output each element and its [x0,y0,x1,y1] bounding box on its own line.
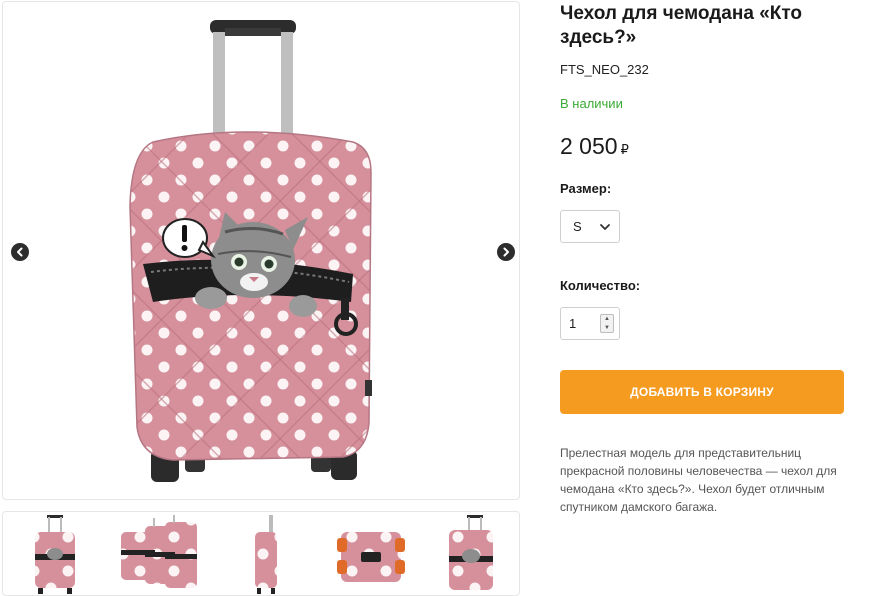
thumbnail-image [35,515,75,594]
gallery-prev-button[interactable] [11,243,29,261]
thumbnail-image [255,515,277,594]
suitcase-image [129,20,372,482]
stock-status: В наличии [560,96,623,111]
quantity-spinner[interactable]: ▲ ▼ [600,314,614,333]
size-selected-value: S [573,219,582,234]
chevron-left-icon [17,247,23,257]
product-title: Чехол для чемодана «Кто здесь?» [560,3,803,48]
quantity-stepper: ▲ ▼ [560,307,620,340]
price-value: 2 050 [560,133,618,159]
thumbnail-3[interactable] [221,512,309,595]
thumbnail-strip [2,511,520,596]
price-currency: ₽ [620,142,629,157]
chevron-right-icon [503,247,509,257]
product-price: 2 050 ₽ [560,133,629,160]
increment-icon[interactable]: ▲ [601,315,613,324]
thumbnail-image [121,515,197,588]
product-sku: FTS_NEO_232 [560,62,649,77]
add-to-cart-button[interactable]: ДОБАВИТЬ В КОРЗИНУ [560,370,844,414]
quantity-label: Количество: [560,278,641,293]
thumbnail-image [337,532,405,582]
thumbnail-4[interactable] [327,512,415,595]
thumbnail-1[interactable] [9,512,97,595]
gallery-next-button[interactable] [497,243,515,261]
thumbnail-5[interactable] [433,512,519,595]
thumbnail-2[interactable] [115,512,203,595]
chevron-down-icon [600,224,610,230]
product-main-image[interactable] [2,1,520,500]
size-select[interactable]: S [560,210,620,243]
product-description: Прелестная модель для представительниц п… [560,446,837,514]
decrement-icon[interactable]: ▼ [601,324,613,333]
quantity-input[interactable] [569,316,599,331]
size-label: Размер: [560,181,612,196]
thumbnail-image [449,515,493,590]
